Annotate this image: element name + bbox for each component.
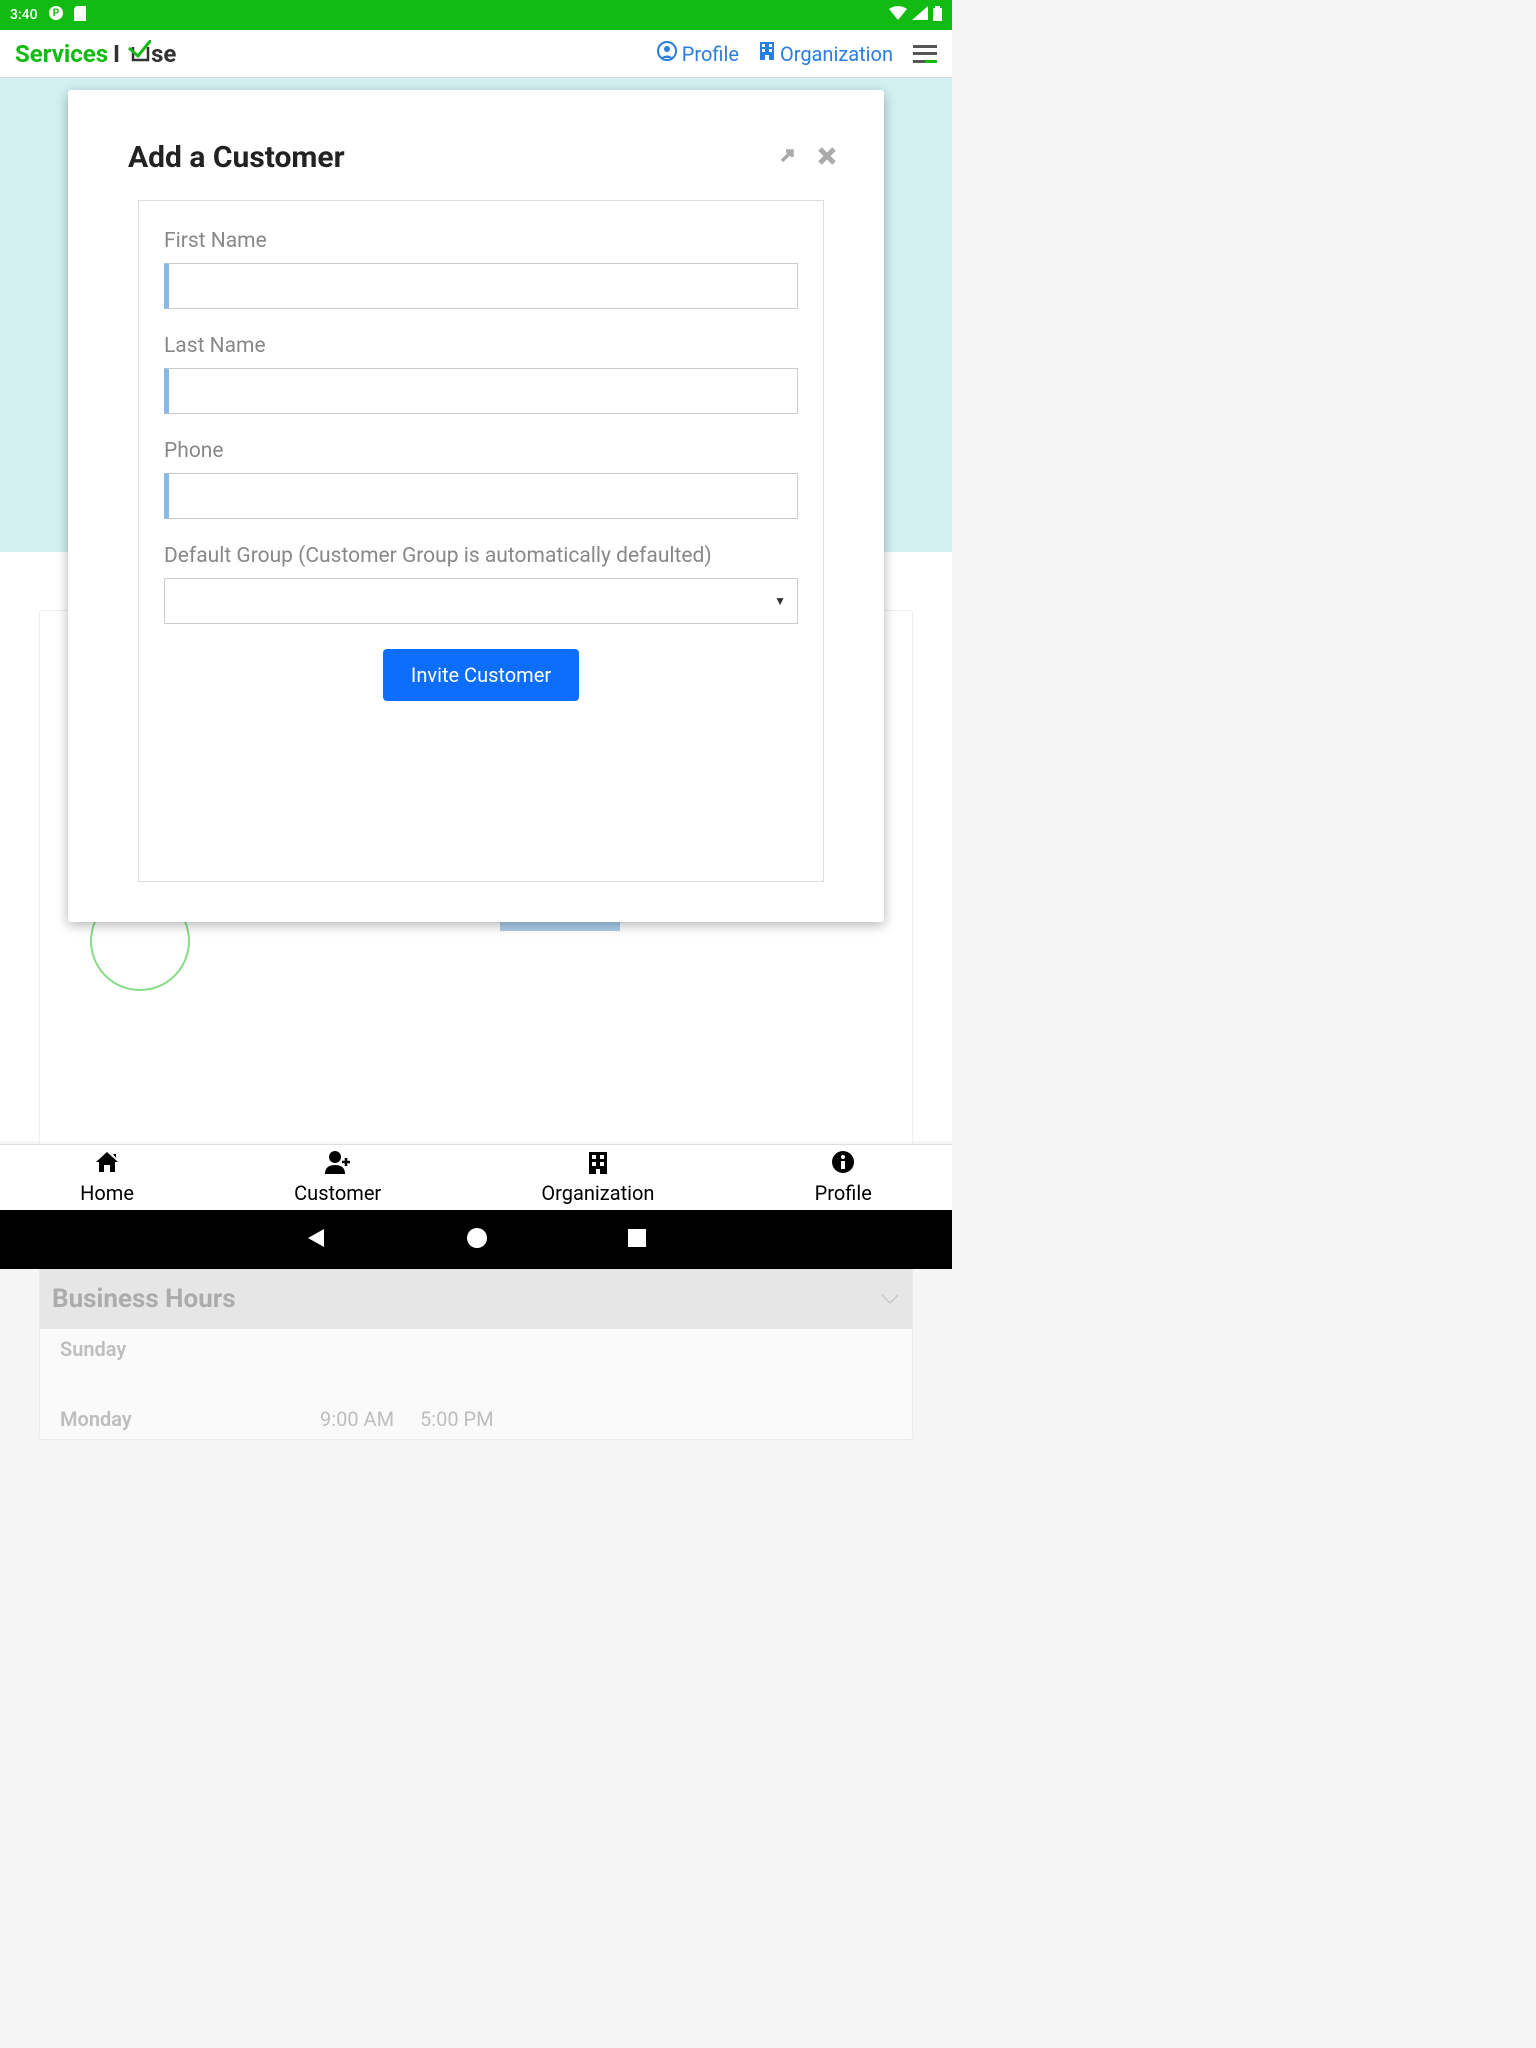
profile-icon <box>657 41 677 66</box>
logo-services-text: Services <box>15 40 108 68</box>
time-to <box>420 1337 520 1361</box>
sd-card-icon <box>74 6 86 25</box>
hours-row-sunday: Sunday <box>40 1329 912 1369</box>
add-customer-modal: Add a Customer First Name Last Name Phon… <box>68 90 884 922</box>
header-organization-label: Organization <box>780 42 893 66</box>
phone-label: Phone <box>164 439 798 463</box>
app-header: Services I se Profile Organization <box>0 30 952 78</box>
expand-icon[interactable] <box>776 145 798 171</box>
signal-icon <box>912 6 928 24</box>
battery-icon <box>933 6 942 25</box>
day-label: Monday <box>60 1407 320 1431</box>
recent-button[interactable] <box>628 1229 646 1251</box>
status-bar: 3:40 P <box>0 0 952 30</box>
logo[interactable]: Services I se <box>15 40 176 68</box>
customer-icon <box>323 1150 353 1178</box>
system-nav <box>0 1210 952 1269</box>
first-name-input[interactable] <box>164 263 798 309</box>
nav-organization[interactable]: Organization <box>541 1150 654 1205</box>
header-profile-label: Profile <box>682 42 739 66</box>
menu-button[interactable] <box>913 45 937 63</box>
status-time: 3:40 <box>10 7 38 23</box>
svg-text:P: P <box>52 8 59 19</box>
time-from: 9:00 AM <box>320 1407 420 1431</box>
home-icon <box>94 1150 120 1178</box>
nav-customer-label: Customer <box>294 1181 381 1205</box>
organization-icon <box>587 1150 609 1178</box>
default-group-select[interactable] <box>164 578 798 624</box>
logo-separator: I <box>113 40 120 68</box>
header-organization-link[interactable]: Organization <box>759 41 893 66</box>
business-hours-header[interactable]: Business Hours <box>40 1269 912 1329</box>
phone-input[interactable] <box>164 473 798 519</box>
time-to: 5:00 PM <box>420 1407 520 1431</box>
modal-title: Add a Customer <box>128 140 345 175</box>
back-button[interactable] <box>306 1227 326 1253</box>
day-label: Sunday <box>60 1337 320 1361</box>
time-from <box>320 1337 420 1361</box>
business-hours-title: Business Hours <box>52 1284 236 1314</box>
default-group-label: Default Group (Customer Group is automat… <box>164 544 798 568</box>
invite-customer-button[interactable]: Invite Customer <box>383 649 579 701</box>
home-button[interactable] <box>466 1227 488 1253</box>
chevron-down-icon <box>880 1290 900 1309</box>
last-name-input[interactable] <box>164 368 798 414</box>
nav-home-label: Home <box>80 1181 134 1205</box>
logo-checkmark-icon <box>125 40 151 68</box>
nav-customer[interactable]: Customer <box>294 1150 381 1205</box>
info-icon <box>831 1150 855 1178</box>
wifi-icon <box>889 6 907 24</box>
building-icon <box>759 41 775 66</box>
form-container: First Name Last Name Phone Default Group… <box>138 200 824 882</box>
parking-icon: P <box>48 5 64 25</box>
close-icon[interactable] <box>816 145 838 171</box>
logo-use-text: se <box>151 40 176 68</box>
nav-profile-label: Profile <box>815 1181 872 1205</box>
nav-profile[interactable]: Profile <box>815 1150 872 1205</box>
modal-overlay: Add a Customer First Name Last Name Phon… <box>0 78 952 1141</box>
nav-home[interactable]: Home <box>80 1150 134 1205</box>
bottom-nav: Home Customer Organization Profile <box>0 1144 952 1210</box>
hours-row-monday: Monday 9:00 AM 5:00 PM <box>40 1399 912 1439</box>
nav-organization-label: Organization <box>541 1181 654 1205</box>
last-name-label: Last Name <box>164 334 798 358</box>
first-name-label: First Name <box>164 229 798 253</box>
header-profile-link[interactable]: Profile <box>657 41 739 66</box>
